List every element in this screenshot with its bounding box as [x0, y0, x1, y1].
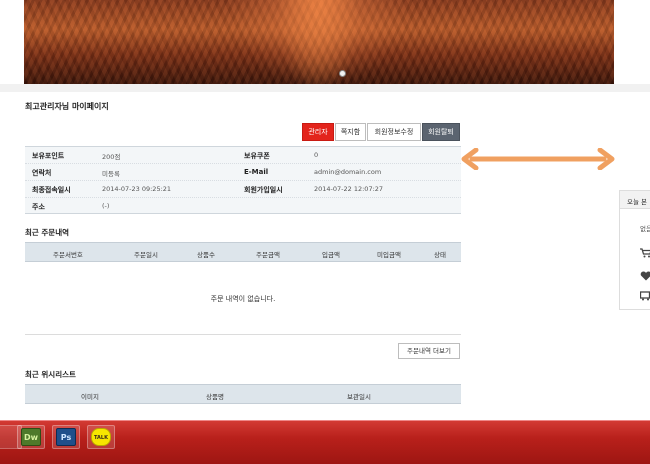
column-header: 주문서번호	[53, 251, 83, 259]
column-header: 주문금액	[256, 251, 280, 259]
taskbar-photoshop[interactable]: Ps	[52, 425, 80, 449]
page: 최고관리자님 마이페이지 관리자 쪽지함 회원정보수정 회원탈퇴 보유포인트 2…	[0, 0, 650, 464]
info-row: 연락처 미등록 E-Mail admin@domain.com	[25, 164, 461, 181]
member-info-table: 보유포인트 200점 보유쿠폰 0 연락처 미등록 E-Mail admin@d…	[25, 146, 461, 214]
contact-label: 연락처	[32, 169, 52, 177]
address-label: 주소	[32, 203, 45, 211]
recent-wishlist-title: 최근 위시리스트	[25, 370, 76, 379]
contact-value: 미등록	[102, 170, 120, 178]
info-row: 주소 (-)	[25, 198, 461, 215]
orders-table-header: 주문서번호 주문일시 상품수 주문금액 입금액 미입금액 상태	[25, 242, 461, 262]
coupon-label: 보유쿠폰	[244, 152, 270, 160]
divider	[25, 334, 461, 335]
taskbar-dreamweaver[interactable]: Dw	[17, 425, 45, 449]
joined-value: 2014-07-22 12:07:27	[314, 185, 384, 193]
delivery-truck-icon[interactable]	[640, 291, 650, 301]
os-taskbar: Dw Ps TALK	[0, 420, 650, 464]
heart-icon[interactable]	[640, 271, 650, 281]
dreamweaver-icon: Dw	[21, 428, 41, 446]
column-header: 상품명	[206, 393, 224, 401]
withdraw-button[interactable]: 회원탈퇴	[422, 123, 460, 141]
last-login-label: 최종접속일시	[32, 186, 71, 194]
coupon-value: 0	[314, 151, 319, 159]
slide-indicator-dot[interactable]	[339, 70, 346, 77]
recently-viewed-widget: 오늘 본 없음	[619, 190, 650, 310]
hero-banner-image	[24, 0, 614, 84]
email-value: admin@domain.com	[314, 168, 382, 176]
info-row: 최종접속일시 2014-07-23 09:25:21 회원가입일시 2014-0…	[25, 181, 461, 198]
banner-bottom-band	[0, 84, 650, 92]
info-row: 보유포인트 200점 보유쿠폰 0	[25, 147, 461, 164]
recent-orders-title: 최근 주문내역	[25, 228, 70, 237]
page-title: 최고관리자님 마이페이지	[25, 102, 109, 111]
address-value: (-)	[102, 202, 110, 210]
column-header: 이미지	[81, 393, 99, 401]
cart-icon[interactable]	[640, 248, 650, 258]
email-label: E-Mail	[244, 168, 269, 176]
points-label: 보유포인트	[32, 152, 65, 160]
double-arrow-annotation	[461, 148, 615, 170]
photoshop-icon: Ps	[56, 428, 76, 446]
wishlist-table-header: 이미지 상품명 보관일시	[25, 384, 461, 404]
message-box-button[interactable]: 쪽지함	[335, 123, 366, 141]
column-header: 주문일시	[134, 251, 158, 259]
column-header: 보관일시	[347, 393, 371, 401]
column-header: 상품수	[197, 251, 215, 259]
column-header: 상태	[434, 251, 446, 259]
admin-button[interactable]: 관리자	[302, 123, 334, 141]
points-value: 200점	[102, 153, 121, 161]
more-orders-button[interactable]: 주문내역 더보기	[398, 343, 460, 359]
column-header: 미입금액	[377, 251, 401, 259]
last-login-value: 2014-07-23 09:25:21	[102, 185, 172, 193]
widget-title: 오늘 본	[620, 191, 650, 209]
joined-label: 회원가입일시	[244, 186, 283, 194]
column-header: 입금액	[322, 251, 340, 259]
edit-member-info-button[interactable]: 회원정보수정	[367, 123, 421, 141]
kakaotalk-icon: TALK	[91, 428, 111, 446]
widget-empty-text: 없음	[640, 225, 650, 233]
orders-empty-message: 주문 내역이 없습니다.	[210, 295, 276, 303]
taskbar-kakaotalk[interactable]: TALK	[87, 425, 115, 449]
